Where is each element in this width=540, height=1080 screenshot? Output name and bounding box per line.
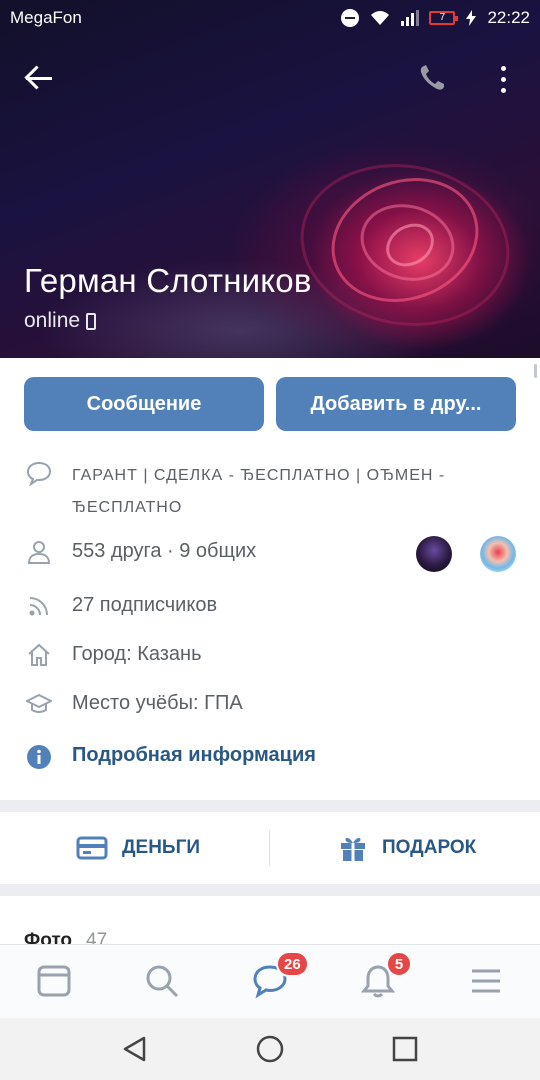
profile-info-card: Сообщение Добавить в дру... ГАРАНТ | СДЕ… bbox=[0, 358, 540, 800]
nav-messages[interactable]: 26 bbox=[252, 951, 309, 999]
nav-search[interactable] bbox=[144, 963, 180, 999]
home-icon bbox=[28, 643, 50, 666]
info-icon bbox=[27, 745, 51, 769]
do-not-disturb-icon bbox=[341, 9, 360, 27]
menu-icon bbox=[472, 969, 500, 993]
status-bar: MegaFon 7 22:22 bbox=[0, 0, 540, 36]
graduation-cap-icon bbox=[26, 693, 52, 713]
user-icon bbox=[27, 541, 51, 564]
followers-count[interactable]: 27 подписчиков bbox=[72, 594, 217, 617]
top-bar bbox=[0, 50, 540, 106]
status-line-1: ГАРАНТ | СДЕЛКА - ЂЕСПЛАТНО | ОЂМЕН - bbox=[72, 467, 446, 484]
system-navigation bbox=[0, 1018, 540, 1080]
battery-icon: 7 bbox=[429, 11, 459, 25]
nav-news[interactable] bbox=[36, 963, 72, 999]
system-recents-icon[interactable] bbox=[390, 1034, 420, 1064]
system-back-icon[interactable] bbox=[120, 1034, 150, 1064]
carrier-name: MegaFon bbox=[10, 8, 82, 27]
wifi-icon bbox=[371, 11, 390, 25]
add-friend-button[interactable]: Добавить в дру... bbox=[276, 377, 516, 431]
news-icon bbox=[37, 965, 71, 997]
system-home-icon[interactable] bbox=[255, 1034, 285, 1064]
charging-icon bbox=[466, 10, 477, 26]
actions-row: ДЕНЬГИ ПОДАРОК bbox=[0, 812, 540, 884]
profile-screen: MegaFon 7 22:22 Герман Слотников online … bbox=[0, 0, 540, 1080]
rss-icon bbox=[29, 597, 48, 616]
profile-name: Герман Слотников bbox=[24, 262, 312, 299]
gift-label: ПОДАРОК bbox=[382, 837, 477, 858]
online-label: online bbox=[24, 309, 81, 332]
more-options-icon[interactable] bbox=[490, 62, 516, 98]
friends-count[interactable]: 553 друга · 9 общих bbox=[72, 540, 256, 563]
phone-icon[interactable] bbox=[414, 60, 450, 96]
details-link[interactable]: Подробная информация bbox=[72, 744, 316, 767]
education: Место учёбы: ГПА bbox=[72, 692, 243, 714]
message-button[interactable]: Сообщение bbox=[24, 377, 264, 431]
nav-menu[interactable] bbox=[468, 963, 504, 999]
friend-avatar-1[interactable] bbox=[416, 536, 452, 572]
search-icon bbox=[146, 965, 179, 998]
friend-avatar-2[interactable] bbox=[480, 536, 516, 572]
status-line-2: ЂЕСПЛАТНО bbox=[72, 499, 183, 516]
messages-badge: 26 bbox=[276, 951, 309, 977]
gift-icon bbox=[341, 837, 365, 861]
mobile-icon bbox=[86, 312, 97, 330]
chat-bubble-icon bbox=[26, 461, 52, 486]
notifications-badge: 5 bbox=[386, 951, 412, 977]
money-button[interactable]: ДЕНЬГИ bbox=[76, 812, 200, 884]
scrollbar[interactable] bbox=[534, 364, 537, 378]
clock: 22:22 bbox=[487, 8, 530, 27]
city: Город: Казань bbox=[72, 643, 202, 665]
profile-status: ГАРАНТ | СДЕЛКА - ЂЕСПЛАТНО | ОЂМЕН - ЂЕ… bbox=[72, 460, 492, 524]
credit-card-icon bbox=[76, 836, 108, 860]
bottom-navigation: 26 5 bbox=[0, 944, 540, 1018]
actions-divider bbox=[269, 830, 270, 866]
online-status: online bbox=[24, 309, 97, 333]
back-arrow-icon[interactable] bbox=[22, 62, 58, 94]
gift-button[interactable]: ПОДАРОК bbox=[338, 812, 476, 884]
nav-notifications[interactable]: 5 bbox=[360, 951, 412, 999]
signal-icon bbox=[401, 10, 420, 26]
money-label: ДЕНЬГИ bbox=[122, 837, 201, 858]
